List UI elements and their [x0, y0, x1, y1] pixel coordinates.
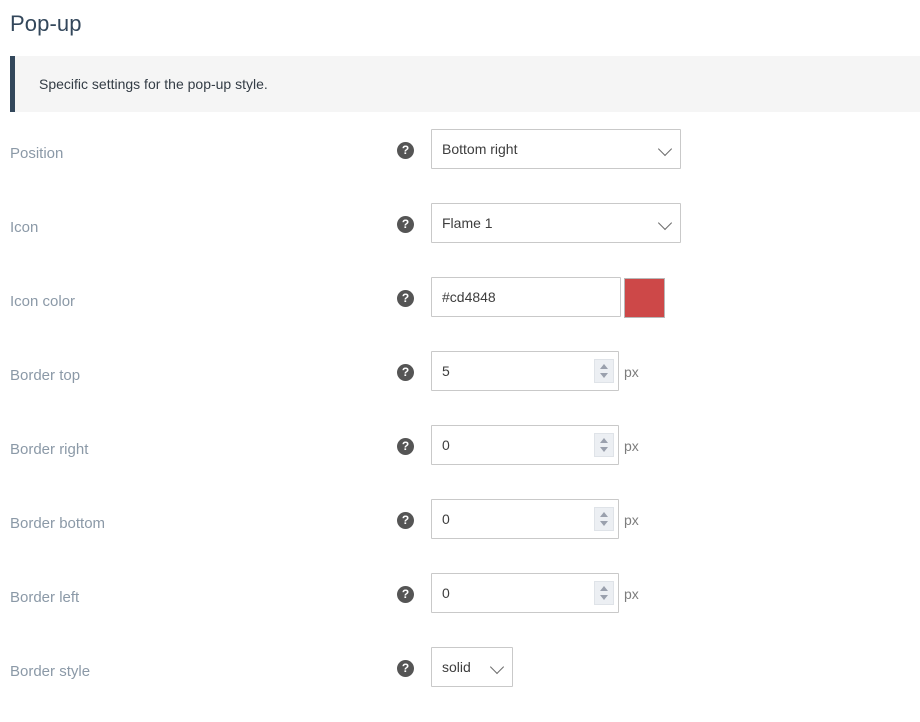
control-border-style: solid [431, 647, 513, 687]
info-banner-text: Specific settings for the pop-up style. [39, 76, 268, 92]
icon-color-input[interactable] [431, 277, 621, 317]
control-border-top [431, 351, 619, 391]
select-box-position: Bottom right [431, 129, 681, 169]
chevron-up-icon [600, 512, 608, 517]
page-title: Pop-up [10, 11, 82, 36]
form-row-position: Position ? Bottom right [0, 129, 920, 203]
help-icon-icon-color[interactable]: ? [397, 290, 414, 307]
help-icon-border-left[interactable]: ? [397, 586, 414, 603]
label-border-right: Border right [10, 441, 89, 458]
stepper-border-top[interactable] [594, 359, 614, 383]
select-box-border-style: solid [431, 647, 513, 687]
number-box-border-right [431, 425, 619, 465]
control-position: Bottom right [431, 129, 681, 169]
border-left-input[interactable] [431, 573, 619, 613]
form-row-border-left: Border left ? px [0, 573, 920, 647]
chevron-up-icon [600, 586, 608, 591]
form-row-icon: Icon ? Flame 1 [0, 203, 920, 277]
unit-border-left: px [624, 586, 639, 602]
form-row-border-top: Border top ? px [0, 351, 920, 425]
control-border-right [431, 425, 619, 465]
info-banner: Specific settings for the pop-up style. [10, 56, 920, 112]
label-border-style: Border style [10, 663, 91, 680]
control-icon-color [431, 277, 621, 317]
label-border-bottom: Border bottom [10, 515, 106, 532]
control-border-left [431, 573, 619, 613]
help-icon-icon[interactable]: ? [397, 216, 414, 233]
chevron-down-icon [600, 447, 608, 452]
chevron-down-icon [600, 521, 608, 526]
select-icon[interactable]: Flame 1 [431, 203, 681, 243]
form-row-border-right: Border right ? px [0, 425, 920, 499]
chevron-down-icon [600, 595, 608, 600]
chevron-up-icon [600, 438, 608, 443]
chevron-down-icon [600, 373, 608, 378]
control-icon: Flame 1 [431, 203, 681, 243]
control-border-bottom [431, 499, 619, 539]
form-row-icon-color: Icon color ? [0, 277, 920, 351]
label-border-left: Border left [10, 589, 80, 606]
unit-border-bottom: px [624, 512, 639, 528]
help-icon-position[interactable]: ? [397, 142, 414, 159]
select-border-style[interactable]: solid [431, 647, 513, 687]
form-row-border-style: Border style ? solid [0, 647, 920, 721]
settings-form: Position ? Bottom right Icon ? Flame 1 I… [0, 129, 920, 721]
label-border-top: Border top [10, 367, 81, 384]
help-icon-border-right[interactable]: ? [397, 438, 414, 455]
number-box-border-top [431, 351, 619, 391]
chevron-up-icon [600, 364, 608, 369]
select-box-icon: Flame 1 [431, 203, 681, 243]
icon-color-swatch[interactable] [624, 278, 665, 318]
label-position: Position [10, 145, 64, 162]
stepper-border-bottom[interactable] [594, 507, 614, 531]
label-icon-color: Icon color [10, 293, 76, 310]
help-icon-border-style[interactable]: ? [397, 660, 414, 677]
unit-border-right: px [624, 438, 639, 454]
label-icon: Icon [10, 219, 39, 236]
number-box-border-left [431, 573, 619, 613]
form-row-border-bottom: Border bottom ? px [0, 499, 920, 573]
help-icon-border-top[interactable]: ? [397, 364, 414, 381]
border-right-input[interactable] [431, 425, 619, 465]
number-box-border-bottom [431, 499, 619, 539]
help-icon-border-bottom[interactable]: ? [397, 512, 414, 529]
stepper-border-right[interactable] [594, 433, 614, 457]
border-bottom-input[interactable] [431, 499, 619, 539]
border-top-input[interactable] [431, 351, 619, 391]
stepper-border-left[interactable] [594, 581, 614, 605]
select-position[interactable]: Bottom right [431, 129, 681, 169]
unit-border-top: px [624, 364, 639, 380]
